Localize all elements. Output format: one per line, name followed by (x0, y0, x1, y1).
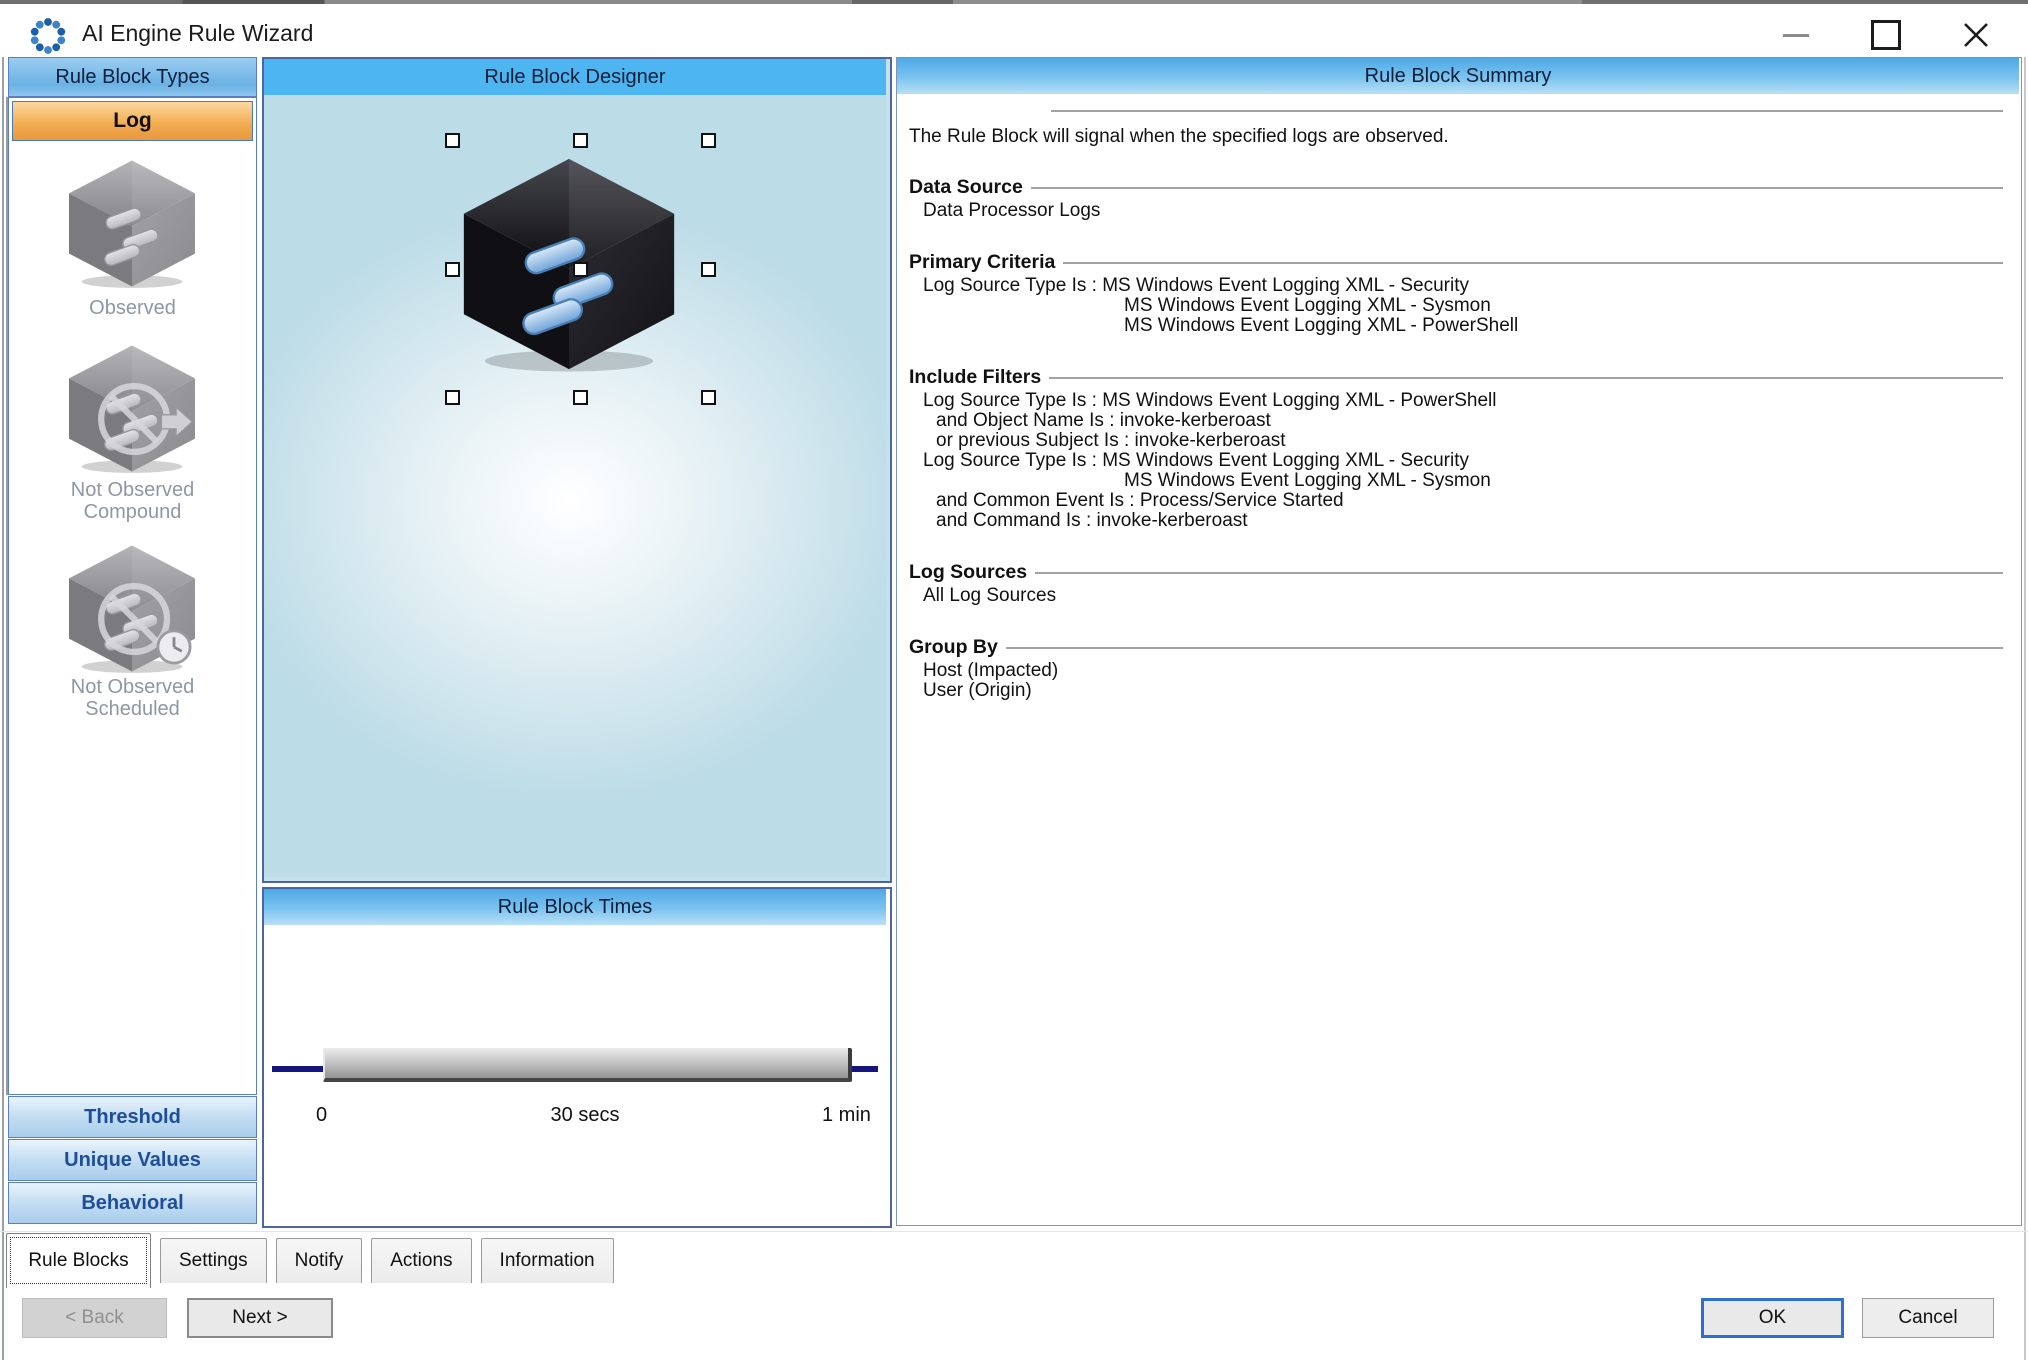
titlebar: AI Engine Rule Wizard (0, 4, 2028, 57)
window-title: AI Engine Rule Wizard (82, 20, 313, 47)
selection-handle[interactable] (445, 262, 460, 277)
close-button[interactable] (1952, 16, 2000, 54)
designer-canvas[interactable] (264, 95, 886, 877)
type-item-label: Not Observed Compound (9, 479, 256, 523)
type-button-log[interactable]: Log (12, 101, 253, 141)
summary-section-title: Group By (909, 636, 998, 659)
window-left-edge (2, 57, 4, 1360)
close-icon (1962, 21, 1990, 49)
rule-block-summary-panel: Rule Block Summary The Rule Block will s… (896, 57, 2022, 1226)
app-dots-icon (26, 16, 70, 56)
not-observed-compound-cube-icon (62, 341, 202, 476)
summary-line: MS Windows Event Logging XML - Sysmon (909, 296, 2007, 316)
cancel-button[interactable]: Cancel (1862, 1298, 1994, 1338)
ok-button[interactable]: OK (1701, 1298, 1844, 1338)
tab-actions[interactable]: Actions (371, 1238, 471, 1283)
summary-line: or previous Subject Is : invoke-kerberoa… (909, 431, 2007, 451)
rule-block-summary-header: Rule Block Summary (897, 58, 2019, 94)
summary-section-title: Primary Criteria (909, 251, 1055, 274)
rule-block-designer-header: Rule Block Designer (264, 59, 886, 95)
tabs-separator (0, 1231, 2028, 1232)
type-button-threshold[interactable]: Threshold (8, 1096, 257, 1138)
summary-section-rule-line (1063, 262, 2003, 264)
type-button-behavioral[interactable]: Behavioral (8, 1182, 257, 1224)
summary-section-title: Log Sources (909, 561, 1027, 584)
selection-handle[interactable] (701, 133, 716, 148)
back-button: < Back (22, 1298, 167, 1338)
time-tick-start: 0 (316, 1104, 327, 1127)
next-button[interactable]: Next > (187, 1298, 333, 1338)
summary-line: MS Windows Event Logging XML - Sysmon (909, 471, 2007, 491)
wizard-tabstrip: Rule BlocksSettingsNotifyActionsInformat… (6, 1233, 623, 1289)
summary-line: All Log Sources (909, 586, 2007, 606)
summary-section: Data SourceData Processor Logs (909, 176, 2007, 221)
not-observed-scheduled-cube-icon (62, 541, 202, 676)
minimize-icon (1783, 34, 1809, 37)
summary-section: Include FiltersLog Source Type Is : MS W… (909, 366, 2007, 531)
selection-handle[interactable] (445, 390, 460, 405)
rule-block-types-list: Log Observed (8, 97, 257, 1095)
tab-settings[interactable]: Settings (160, 1238, 267, 1283)
log-block-cube-icon[interactable] (450, 153, 688, 375)
tab-rule-blocks[interactable]: Rule Blocks (6, 1233, 151, 1288)
observed-cube-icon (62, 156, 202, 291)
type-item-label: Observed (9, 297, 256, 319)
summary-line: Log Source Type Is : MS Windows Event Lo… (909, 451, 2007, 471)
summary-line: MS Windows Event Logging XML - PowerShel… (909, 316, 2007, 336)
tab-notify[interactable]: Notify (276, 1238, 363, 1283)
selection-handle[interactable] (445, 133, 460, 148)
summary-line: and Common Event Is : Process/Service St… (909, 491, 2007, 511)
summary-top-separator (1051, 110, 2003, 112)
summary-section-rule-line (1035, 572, 2003, 574)
window-right-edge (2024, 57, 2026, 1360)
summary-section-title: Include Filters (909, 366, 1041, 389)
summary-section-rule-line (1049, 377, 2003, 379)
summary-line: and Object Name Is : invoke-kerberoast (909, 411, 2007, 431)
summary-intro-text: The Rule Block will signal when the spec… (909, 126, 2007, 148)
time-slider-bar[interactable] (323, 1048, 852, 1082)
type-button-unique-values[interactable]: Unique Values (8, 1139, 257, 1181)
minimize-button[interactable] (1772, 16, 1820, 54)
summary-line: User (Origin) (909, 681, 2007, 701)
summary-line: and Command Is : invoke-kerberoast (909, 511, 2007, 531)
summary-line: Host (Impacted) (909, 661, 2007, 681)
time-tick-mid: 30 secs (510, 1104, 660, 1127)
summary-line: Log Source Type Is : MS Windows Event Lo… (909, 276, 2007, 296)
selection-handle[interactable] (573, 133, 588, 148)
summary-section-rule-line (1031, 187, 2003, 189)
tab-information[interactable]: Information (481, 1238, 614, 1283)
summary-line: Log Source Type Is : MS Windows Event Lo… (909, 391, 2007, 411)
rule-block-times-panel: Rule Block Times 0 30 secs 1 min (262, 887, 892, 1228)
rule-block-summary-body: The Rule Block will signal when the spec… (897, 94, 2019, 1223)
selection-handle[interactable] (573, 262, 588, 277)
summary-section: Group ByHost (Impacted)User (Origin) (909, 636, 2007, 701)
summary-section: Primary CriteriaLog Source Type Is : MS … (909, 251, 2007, 336)
summary-sections: Data SourceData Processor Logs Primary Cr… (909, 176, 2007, 701)
selection-handle[interactable] (701, 262, 716, 277)
selection-handle[interactable] (573, 390, 588, 405)
rule-block-designer-panel: Rule Block Designer (262, 57, 892, 883)
type-item-label: Not Observed Scheduled (9, 676, 256, 720)
summary-section: Log SourcesAll Log Sources (909, 561, 2007, 606)
selection-handle[interactable] (701, 390, 716, 405)
summary-section-rule-line (1006, 647, 2003, 649)
rule-block-times-header: Rule Block Times (264, 889, 886, 927)
rule-block-types-header: Rule Block Types (8, 57, 257, 97)
summary-line: Data Processor Logs (909, 201, 2007, 221)
maximize-icon (1871, 20, 1901, 50)
maximize-button[interactable] (1862, 16, 1910, 54)
time-tick-end: 1 min (822, 1104, 871, 1127)
rule-block-times-body: 0 30 secs 1 min (264, 927, 886, 1222)
summary-section-title: Data Source (909, 176, 1023, 199)
